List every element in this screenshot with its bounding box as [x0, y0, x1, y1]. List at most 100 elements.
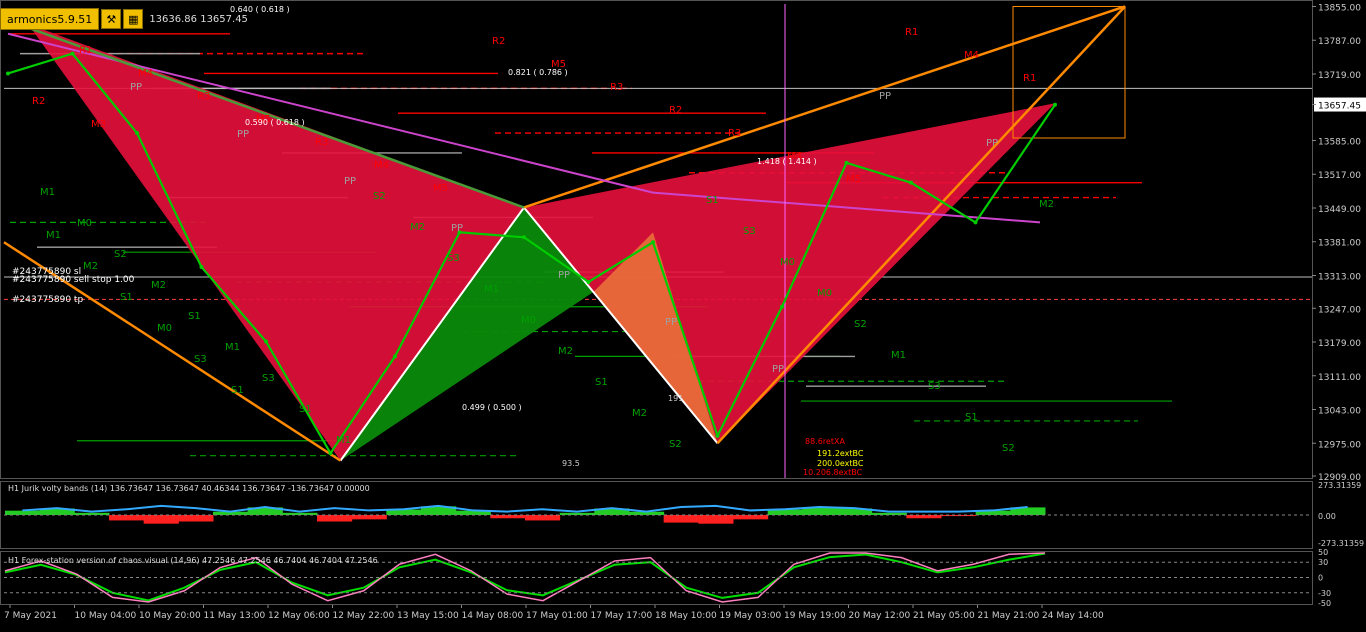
resistance-label: M5 [433, 183, 448, 194]
support-label: S2 [114, 249, 127, 260]
resistance-label: M3 [91, 119, 106, 130]
jurik-tick-label: 273.31359 [1318, 481, 1361, 490]
jurik-tick-label: -273.31359 [1318, 539, 1364, 548]
jurik-bar [351, 515, 387, 520]
support-label: M0 [157, 323, 172, 334]
support-label: S1 [120, 292, 133, 303]
support-label: M0 [521, 315, 536, 326]
jurik-bar [178, 515, 214, 522]
support-label: S2 [854, 319, 867, 330]
pivot-label: PP [665, 317, 677, 328]
misc-label: 93.5 [562, 459, 580, 468]
pivot-label: PP [879, 91, 891, 102]
price-point [199, 265, 204, 270]
support-label: M1 [40, 187, 55, 198]
jurik-bar [143, 515, 179, 524]
misc-label: 191 [668, 394, 683, 403]
support-label: S1 [706, 195, 719, 206]
price-point [651, 240, 655, 245]
chaos-tick-label: 30 [1318, 558, 1328, 567]
price-tick-label: 13247.00 [1318, 305, 1361, 315]
indicator-title[interactable]: armonics5.9.51 [0, 8, 100, 30]
fib-ratio-label: 0.590 ( 0.618 ) [245, 118, 305, 127]
price-point [522, 235, 526, 240]
support-label: M2 [1039, 199, 1054, 210]
time-tick-label: 10 May 20:00 [139, 611, 201, 621]
resistance-label: R2 [492, 36, 505, 47]
support-label: M2 [632, 408, 647, 419]
price-tick-label: 13855.00 [1318, 3, 1361, 13]
pivot-label: PP [451, 223, 463, 234]
jurik-bar [525, 515, 561, 521]
price-point [264, 339, 268, 344]
price-point [973, 220, 978, 225]
resistance-label: R2 [32, 96, 45, 107]
support-label: M0 [780, 257, 795, 268]
extension-label: 88.6retXA [805, 437, 845, 446]
price-tick-label: 12975.00 [1318, 440, 1361, 450]
fib-ratio-label: 0.499 ( 0.500 ) [462, 403, 522, 412]
chart-header: armonics5.9.51 ⚒ ▦ 13636.86 13657.45 [0, 8, 248, 30]
time-tick-label: 21 May 21:00 [978, 611, 1040, 621]
trading-chart[interactable]: 13855.00 13787.00 13719.00 13657.45 13585.00… [0, 0, 1366, 628]
support-label: S1 [595, 377, 608, 388]
price-point [780, 304, 784, 309]
resistance-label: M4 [138, 68, 153, 79]
chaos-tick-label: -30 [1318, 589, 1331, 598]
resistance-label: R3 [197, 91, 210, 102]
fib-ratio-label: 0.821 ( 0.786 ) [508, 68, 568, 77]
resistance-label: R3 [728, 128, 741, 139]
jurik-title: H1 Jurik volty bands (14) 136.73647 136.… [8, 484, 370, 493]
price-point [586, 279, 591, 284]
support-label: M2 [410, 222, 425, 233]
support-label: S3 [928, 381, 941, 392]
time-tick-label: 12 May 22:00 [333, 611, 395, 621]
jurik-bar [663, 515, 699, 523]
support-label: S1 [299, 404, 312, 415]
tools-icon[interactable]: ⚒ [101, 9, 122, 29]
pivot-label: PP [772, 364, 784, 375]
jurik-bar [109, 515, 145, 521]
price-point [135, 131, 139, 136]
current-price-label: 13657.45 [1318, 102, 1361, 112]
support-label: S1 [188, 311, 201, 322]
price-point [1053, 102, 1057, 107]
support-label: M2 [151, 280, 166, 291]
time-tick-label: 12 May 06:00 [268, 611, 330, 621]
fib-ratio-label: 1.418 ( 1.414 ) [757, 157, 817, 166]
time-tick-label: 18 May 10:00 [655, 611, 717, 621]
resistance-label: M4 [964, 50, 979, 61]
support-label: M1 [225, 342, 240, 353]
price-tick-label: 13517.00 [1318, 171, 1361, 181]
chaos-tick-label: 50 [1318, 548, 1328, 557]
order-sell-stop-label: #243775890 sell stop 1.00 [12, 275, 135, 285]
extension-label: 191.2extBC [817, 449, 864, 458]
price-point [328, 451, 333, 456]
time-tick-label: 17 May 01:00 [526, 611, 588, 621]
pivot-label: PP [986, 138, 998, 149]
resistance-label: R3 [315, 137, 328, 148]
time-tick-label: 10 May 04:00 [75, 611, 137, 621]
resistance-label: R1 [1023, 73, 1036, 84]
support-label: M1 [336, 435, 351, 446]
price-tick-label: 13449.00 [1318, 205, 1361, 215]
price-point [393, 354, 397, 359]
price-point [909, 180, 913, 185]
price-tick-label: 13043.00 [1318, 407, 1361, 417]
support-label: S3 [262, 373, 275, 384]
time-tick-label: 17 May 17:00 [591, 611, 653, 621]
grid-icon[interactable]: ▦ [123, 9, 144, 29]
pivot-label: PP [237, 129, 249, 140]
jurik-tick-label: 0.00 [1318, 512, 1336, 521]
price-tick-label: 13313.00 [1318, 272, 1361, 282]
support-label: S3 [447, 253, 460, 264]
extension-label: 200.0extBC [817, 459, 864, 468]
chaos-tick-label: 0 [1318, 574, 1323, 583]
price-point [70, 51, 75, 56]
resistance-label: M4 [374, 160, 389, 171]
chaos-tick-label: -50 [1318, 599, 1331, 608]
price-point [715, 433, 720, 438]
price-point [844, 160, 849, 165]
jurik-bar [733, 515, 769, 520]
ohlc-readout: 13636.86 13657.45 [149, 13, 248, 25]
